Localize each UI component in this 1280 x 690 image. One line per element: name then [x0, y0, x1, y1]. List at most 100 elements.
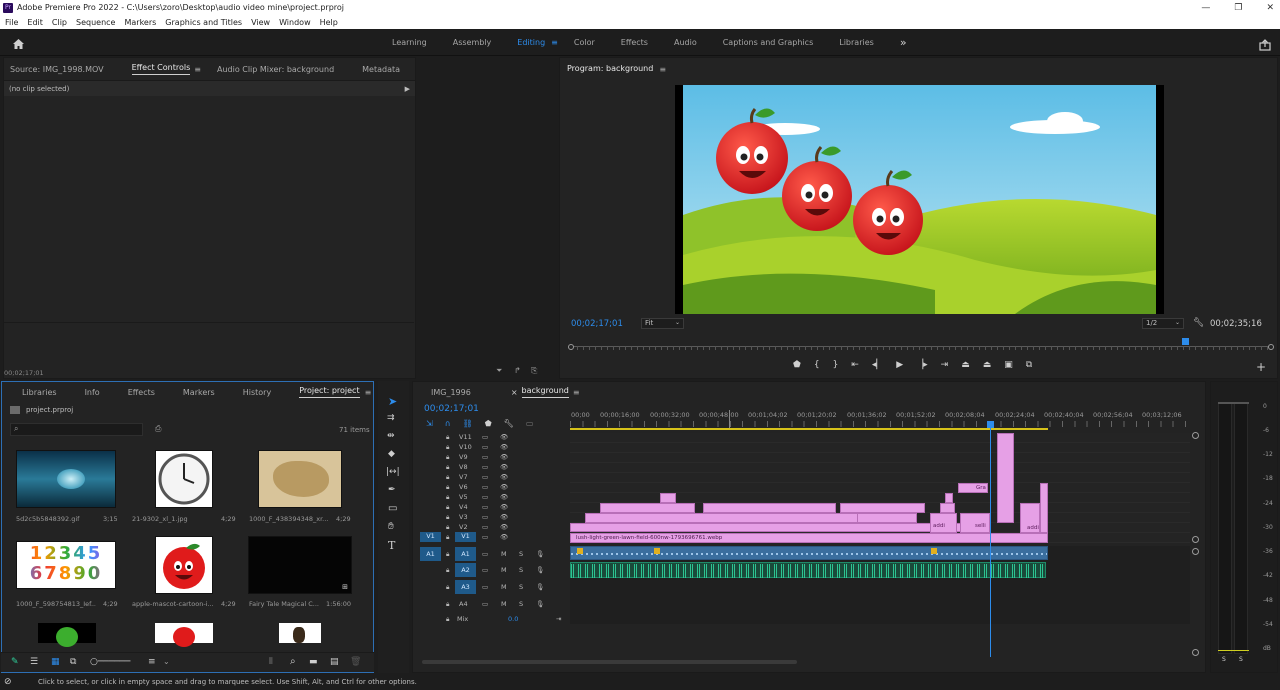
solo-button[interactable]: S: [519, 583, 523, 591]
timeline-timecode[interactable]: 00;02;17;01: [424, 404, 479, 414]
timeline-menu-icon[interactable]: ≡: [573, 388, 580, 397]
sort-dropdown-icon[interactable]: ⌄: [163, 657, 170, 666]
render-icon[interactable]: ⎘: [531, 366, 537, 376]
close-tab-icon[interactable]: ×: [511, 388, 518, 397]
write-protect-pencil-icon[interactable]: ✎: [11, 657, 19, 667]
track-label-v8[interactable]: V8: [459, 463, 468, 471]
project-search-input[interactable]: [25, 424, 140, 435]
mic-icon[interactable]: 🎙︎: [536, 550, 544, 558]
new-bin-search-icon[interactable]: ⎙: [155, 424, 161, 434]
tab-info[interactable]: Info: [85, 388, 100, 397]
track-label-v7[interactable]: V7: [459, 473, 468, 481]
add-marker-icon[interactable]: ⬟: [793, 360, 801, 370]
menu-view[interactable]: View: [251, 18, 270, 27]
captions-toggle-icon[interactable]: ▭: [526, 419, 534, 428]
workspace-tab-captions[interactable]: Captions and Graphics: [723, 38, 814, 47]
solo-button[interactable]: S: [519, 600, 523, 608]
menu-file[interactable]: File: [5, 18, 18, 27]
mute-button[interactable]: M: [501, 566, 507, 574]
thumb-map-image[interactable]: [258, 450, 342, 508]
thumb-clock-image[interactable]: [155, 450, 213, 508]
track-label-a2[interactable]: A2: [455, 563, 476, 577]
resolution-dropdown[interactable]: 1/2 ⌄: [1142, 318, 1184, 329]
tab-effect-controls[interactable]: Effect Controls: [131, 63, 191, 75]
mark-out-icon[interactable]: }: [833, 360, 839, 370]
thumb-fairy-tale-audio[interactable]: ⊞: [248, 536, 352, 594]
clip-v1-background[interactable]: lush-light-green-lawn-field-600nw-179369…: [570, 533, 1048, 543]
new-bin-folder-icon[interactable]: ▬: [309, 657, 318, 667]
panel-menu-icon[interactable]: ≡: [194, 65, 201, 74]
insert-sequence-nest-icon[interactable]: ⇲: [426, 419, 433, 428]
menu-window[interactable]: Window: [279, 18, 311, 27]
menu-markers[interactable]: Markers: [124, 18, 156, 27]
solo-right-button[interactable]: S: [1239, 656, 1243, 663]
close-button[interactable]: ✕: [1266, 3, 1274, 13]
mute-button[interactable]: M: [501, 600, 507, 608]
workspace-tab-learning[interactable]: Learning: [392, 38, 427, 47]
program-video-frame[interactable]: [675, 85, 1164, 314]
comparison-view-icon[interactable]: ⧉: [1026, 360, 1032, 370]
track-label-v9[interactable]: V9: [459, 453, 468, 461]
linked-selection-icon[interactable]: ⛓: [463, 419, 473, 428]
program-timecode[interactable]: 00;02;17;01: [571, 319, 623, 329]
clip-v5b[interactable]: [945, 493, 953, 503]
track-label-a4[interactable]: A4: [459, 600, 468, 608]
thumb-red-apple[interactable]: [155, 623, 213, 647]
track-divider-handle[interactable]: [1192, 548, 1199, 555]
mic-icon[interactable]: 🎙︎: [536, 600, 544, 608]
track-label-v2[interactable]: V2: [459, 523, 468, 531]
clear-icon[interactable]: 🗑︎: [350, 657, 361, 667]
project-search-box[interactable]: ⌕: [10, 423, 143, 436]
razor-tool-icon[interactable]: ◆: [388, 449, 395, 459]
timeline-playhead[interactable]: [990, 421, 991, 657]
lift-icon[interactable]: ⏏: [961, 360, 970, 370]
playhead-handle[interactable]: [987, 421, 994, 428]
clip-v4[interactable]: [600, 503, 695, 513]
track-label-a3[interactable]: A3: [455, 580, 476, 594]
sort-icon[interactable]: ≡: [148, 657, 156, 667]
home-icon[interactable]: [12, 35, 25, 54]
go-to-in-icon[interactable]: ⇤: [851, 360, 859, 370]
tab-libraries[interactable]: Libraries: [22, 388, 57, 397]
export-frame-icon[interactable]: ▣: [1004, 360, 1013, 370]
share-icon[interactable]: [1259, 36, 1271, 55]
source-patch-v1[interactable]: V1: [420, 532, 441, 542]
track-label-v3[interactable]: V3: [459, 513, 468, 521]
mark-in-icon[interactable]: {: [814, 360, 820, 370]
track-label-v1[interactable]: V1: [455, 532, 476, 542]
step-back-icon[interactable]: ◂▏: [872, 360, 883, 370]
step-forward-icon[interactable]: ▕▸: [916, 360, 927, 370]
find-icon[interactable]: ⌕: [290, 656, 296, 667]
add-button-icon[interactable]: +: [1256, 360, 1266, 374]
workspace-tab-effects[interactable]: Effects: [621, 38, 648, 47]
program-scrub-bar[interactable]: [568, 338, 1274, 350]
thumb-numbers-image[interactable]: 12345 67890: [16, 541, 116, 589]
clip-v3c[interactable]: addi: [930, 513, 957, 533]
source-patch-a1[interactable]: A1: [420, 547, 441, 561]
menu-clip[interactable]: Clip: [52, 18, 67, 27]
hamburger-menu-icon[interactable]: ≡: [551, 38, 558, 47]
add-marker-timeline-icon[interactable]: ⬟: [485, 419, 492, 428]
mute-button[interactable]: M: [501, 550, 507, 558]
tab-metadata[interactable]: Metadata: [362, 65, 400, 74]
track-label-a1[interactable]: A1: [455, 547, 476, 561]
program-monitor-title[interactable]: Program: background: [567, 64, 653, 75]
zoom-slider[interactable]: ○──────: [90, 657, 130, 667]
snap-magnet-icon[interactable]: ∩: [445, 419, 451, 428]
track-label-v11[interactable]: V11: [459, 433, 472, 441]
track-divider-handle[interactable]: [1192, 536, 1199, 543]
track-label-v10[interactable]: V10: [459, 443, 472, 451]
timeline-horizontal-scrollbar[interactable]: [422, 660, 797, 664]
track-label-v5[interactable]: V5: [459, 493, 468, 501]
clip-v3[interactable]: [585, 513, 895, 523]
mute-button[interactable]: M: [501, 583, 507, 591]
clip-v3d[interactable]: selli: [960, 513, 990, 533]
clip-v4e[interactable]: addi: [1020, 503, 1040, 533]
tab-project[interactable]: Project: project: [299, 386, 360, 398]
slip-tool-icon[interactable]: |↔|: [386, 467, 400, 477]
thumb-green-apple[interactable]: [38, 623, 96, 647]
clip-v3b[interactable]: [857, 513, 917, 523]
workspace-tab-audio[interactable]: Audio: [674, 38, 697, 47]
thumb-character-image[interactable]: [279, 623, 321, 643]
automate-to-sequence-icon[interactable]: ⫴: [269, 657, 273, 667]
